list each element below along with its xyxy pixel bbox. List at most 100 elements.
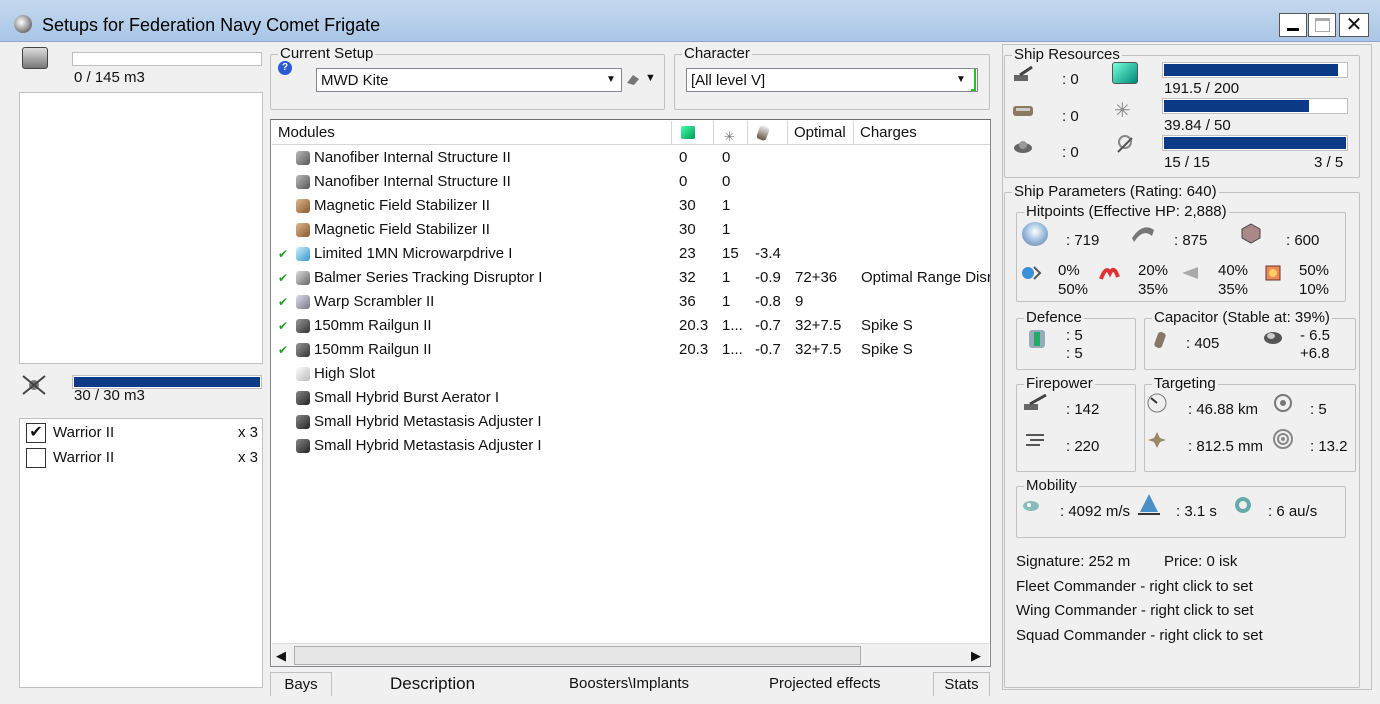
turret-hardpoint-icon [1012,65,1034,85]
scroll-right-icon[interactable]: ▶ [971,648,981,664]
module-row[interactable]: ✔ Limited 1MN Microwarpdrive I 23 15 -3.4 [272,242,990,266]
module-charges: Spike S [861,341,913,358]
explosive-resist-icon [1262,263,1284,283]
warp-speed-icon [1232,494,1254,514]
cpu-column-header[interactable] [672,121,714,145]
drone-name: Warrior II [53,449,115,466]
ship-settings-icon[interactable] [625,71,641,87]
module-powergrid: 0 [722,149,731,166]
sensor-strength-icon [1272,428,1294,449]
module-cpu: 20.3 [679,341,709,358]
module-row[interactable]: High Slot [272,362,990,386]
optimal-column-header[interactable]: Optimal [788,121,854,145]
module-cpu: 30 [679,197,696,214]
tab-bays[interactable]: Bays [270,672,332,696]
warp-speed-text: : 6 au/s [1268,503,1318,520]
modules-horizontal-scrollbar[interactable]: ◀ ▶ [272,643,989,666]
targeting-range-text: : 46.88 km [1188,401,1259,418]
capacitor-icon [1150,330,1172,350]
charges-column-header[interactable]: Charges [854,121,990,145]
current-setup-legend: Current Setup [278,45,376,62]
module-row[interactable]: Nanofiber Internal Structure II 0 0 [272,146,990,170]
module-row[interactable]: ✔ 150mm Railgun II 20.3 1... -0.7 32+7.5 Spike… [272,338,990,362]
scrollbar-thumb[interactable] [294,646,861,665]
explosive-resist-value: 50% [1299,262,1330,279]
capacitor-column-header[interactable] [748,121,788,145]
drone-bandwidth-bar [1162,135,1348,151]
module-name: Balmer Series Tracking Disruptor I [314,269,543,286]
module-row[interactable]: ✔ Warp Scrambler II 36 1 -0.8 9 [272,290,990,314]
module-name: Small Hybrid Metastasis Adjuster I [314,437,542,454]
modules-header-name[interactable]: Modules [272,121,672,145]
character-select[interactable]: [All level V] ▼ [686,68,978,92]
module-row[interactable]: Small Hybrid Metastasis Adjuster I [272,410,990,434]
module-row[interactable]: Magnetic Field Stabilizer II 30 1 [272,194,990,218]
cargo-list[interactable] [19,92,263,364]
scroll-left-icon[interactable]: ◀ [276,648,286,664]
module-row[interactable]: Magnetic Field Stabilizer II 30 1 [272,218,990,242]
calibration-icon [1012,136,1034,156]
drone-item[interactable]: Warrior II x 3 [26,447,260,469]
tab-stats[interactable]: Stats [933,672,990,696]
module-row[interactable]: ✔ Balmer Series Tracking Disruptor I 32 1 -0… [272,266,990,290]
structure-icon [1240,222,1262,244]
module-row[interactable]: Small Hybrid Metastasis Adjuster I [272,434,990,458]
capacitor-amount-text: : 405 [1186,335,1220,352]
fleet-commander-text[interactable]: Fleet Commander - right click to set [1016,578,1253,595]
module-cpu: 30 [679,221,696,238]
module-name: Magnetic Field Stabilizer II [314,221,490,238]
signature-text: Signature: 252 m [1016,553,1131,570]
wing-commander-text[interactable]: Wing Commander - right click to set [1016,602,1254,619]
mobility-legend: Mobility [1024,477,1079,494]
powergrid-icon: ✳ [1114,100,1131,122]
help-icon[interactable]: ? [278,61,292,75]
module-row[interactable]: ✔ 150mm Railgun II 20.3 1... -0.7 32+7.5 Spike… [272,314,990,338]
module-optimal: 9 [795,293,804,310]
module-optimal: 32+7.5 [795,341,842,358]
thermal-resist-value: 20% [1138,262,1169,279]
module-cpu: 20.3 [679,317,709,334]
setup-select[interactable]: MWD Kite ▼ [316,68,622,92]
module-capacitor: -0.7 [755,317,781,334]
powergrid-bar-fill [1164,100,1310,112]
ship-resources-legend: Ship Resources [1012,46,1122,63]
module-charges: Spike S [861,317,913,334]
module-name: Magnetic Field Stabilizer II [314,197,490,214]
launcher-slots-text: : 0 [1062,108,1079,125]
module-active-check-icon: ✔ [278,343,289,357]
module-name: Small Hybrid Burst Aerator I [314,389,500,406]
maximize-icon [1315,18,1330,32]
module-row[interactable]: Small Hybrid Burst Aerator I [272,386,990,410]
module-cpu: 23 [679,245,696,262]
tab-boosters-implants[interactable]: Boosters\Implants [569,672,689,696]
close-icon: ✕ [1345,14,1363,36]
title-bar[interactable]: Setups for Federation Navy Comet Frigate… [0,0,1380,42]
squad-commander-text[interactable]: Squad Commander - right click to set [1016,627,1263,644]
close-button[interactable]: ✕ [1339,13,1369,37]
thermal-resist-icon [1098,263,1120,283]
module-row[interactable]: Nanofiber Internal Structure II 0 0 [272,170,990,194]
cpu-text: 191.5 / 200 [1164,80,1240,97]
minimize-button[interactable] [1279,13,1307,37]
capacitor-group: Capacitor (Stable at: 39%) [1144,309,1356,370]
module-cpu: 0 [679,173,688,190]
stabilizer-icon [296,199,310,213]
drone-checkbox[interactable] [26,448,46,468]
character-status-indicator [971,69,976,91]
max-targets-icon [1272,392,1294,412]
maximize-button[interactable] [1308,13,1336,37]
setup-menu-chevron-icon[interactable]: ▼ [645,72,656,84]
capacitor-recharge-icon [1262,328,1284,348]
drone-checkbox[interactable]: ✔ [26,423,46,443]
capacitor-delta-b: +6.8 [1300,345,1330,362]
tab-projected-effects[interactable]: Projected effects [769,672,880,696]
module-charges: Optimal Range Disruption Script [861,269,990,286]
cargo-capacity-text: 0 / 145 m3 [74,69,145,86]
tab-projected-label: Projected effects [769,675,881,692]
module-capacitor: -0.8 [755,293,781,310]
drone-item[interactable]: ✔ Warrior II x 3 [26,422,260,444]
powergrid-column-header[interactable]: ✳ [714,121,748,145]
tab-description[interactable]: Description [390,672,475,696]
max-targets-text: : 5 [1310,401,1327,418]
velocity-icon [1020,496,1042,516]
